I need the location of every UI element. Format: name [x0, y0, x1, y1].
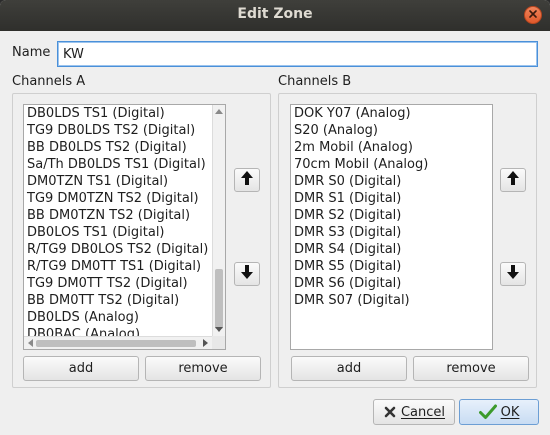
- list-item[interactable]: DMR S2 (Digital): [291, 207, 492, 224]
- name-input[interactable]: [57, 41, 538, 67]
- list-item[interactable]: R/TG9 DB0LOS TS2 (Digital): [24, 241, 212, 258]
- list-item[interactable]: DMR S1 (Digital): [291, 190, 492, 207]
- list-item[interactable]: DMR S3 (Digital): [291, 224, 492, 241]
- cancel-button[interactable]: Cancel: [373, 399, 455, 425]
- list-item[interactable]: 70cm Mobil (Analog): [291, 156, 492, 173]
- ok-button[interactable]: OK: [459, 399, 539, 425]
- scroll-corner: [212, 336, 225, 349]
- channels-b-move-up-button[interactable]: [500, 168, 526, 192]
- close-icon: [528, 8, 538, 23]
- channels-a-vertical-scrollbar[interactable]: [212, 105, 225, 336]
- channels-a-group: DB0LDS TS1 (Digital) TG9 DB0LDS TS2 (Digi…: [12, 93, 271, 388]
- arrow-down-icon: [240, 264, 254, 284]
- arrow-up-icon: [506, 170, 520, 190]
- list-item[interactable]: DMR S5 (Digital): [291, 258, 492, 275]
- channels-a-move-down-button[interactable]: [234, 262, 260, 286]
- name-label: Name: [12, 45, 51, 60]
- window-title: Edit Zone: [237, 6, 313, 22]
- x-icon: [383, 405, 397, 419]
- channels-b-remove-button[interactable]: remove: [413, 356, 529, 381]
- channels-a-list[interactable]: DB0LDS TS1 (Digital) TG9 DB0LDS TS2 (Digi…: [23, 104, 226, 350]
- horizontal-scroll-thumb[interactable]: [36, 340, 196, 347]
- list-item[interactable]: S20 (Analog): [291, 122, 492, 139]
- channels-a-label: Channels A: [12, 74, 86, 89]
- scroll-left-icon[interactable]: [24, 337, 36, 349]
- list-item[interactable]: DMR S4 (Digital): [291, 241, 492, 258]
- list-item[interactable]: BB DM0TZN TS2 (Digital): [24, 207, 212, 224]
- list-item[interactable]: BB DB0LDS TS2 (Digital): [24, 139, 212, 156]
- channels-a-remove-button[interactable]: remove: [145, 356, 261, 381]
- vertical-scroll-thumb[interactable]: [215, 269, 223, 329]
- list-item[interactable]: DMR S0 (Digital): [291, 173, 492, 190]
- arrow-down-icon: [506, 264, 520, 284]
- list-item[interactable]: TG9 DM0TT TS2 (Digital): [24, 275, 212, 292]
- channels-b-label: Channels B: [278, 74, 352, 89]
- list-item[interactable]: Sa/Th DB0LDS TS1 (Digital): [24, 156, 212, 173]
- list-item[interactable]: DOK Y07 (Analog): [291, 105, 492, 122]
- list-item[interactable]: R/TG9 DM0TT TS1 (Digital): [24, 258, 212, 275]
- list-item[interactable]: 2m Mobil (Analog): [291, 139, 492, 156]
- list-item[interactable]: TG9 DM0TZN TS2 (Digital): [24, 190, 212, 207]
- scroll-right-icon[interactable]: [200, 337, 212, 349]
- title-bar[interactable]: Edit Zone: [0, 0, 550, 31]
- channels-a-horizontal-scrollbar[interactable]: [24, 336, 212, 349]
- channels-b-move-down-button[interactable]: [500, 262, 526, 286]
- edit-zone-dialog: Edit Zone Name Channels A DB0LDS TS1 (Di…: [0, 0, 550, 435]
- ok-label: OK: [500, 404, 520, 420]
- scroll-up-icon[interactable]: [213, 105, 225, 117]
- channels-a-move-up-button[interactable]: [234, 168, 260, 192]
- cancel-label: Cancel: [400, 404, 446, 420]
- list-item[interactable]: DMR S6 (Digital): [291, 275, 492, 292]
- arrow-up-icon: [240, 170, 254, 190]
- channels-b-list[interactable]: DOK Y07 (Analog) S20 (Analog) 2m Mobil (An…: [290, 104, 493, 350]
- scroll-down-icon[interactable]: [213, 324, 225, 336]
- list-item[interactable]: TG9 DB0LDS TS2 (Digital): [24, 122, 212, 139]
- list-item[interactable]: DB0LDS TS1 (Digital): [24, 105, 212, 122]
- list-item[interactable]: DM0TZN TS1 (Digital): [24, 173, 212, 190]
- close-button[interactable]: [524, 6, 542, 24]
- check-icon: [478, 404, 497, 420]
- channels-b-add-button[interactable]: add: [291, 356, 407, 381]
- list-item[interactable]: DMR S07 (Digital): [291, 292, 492, 309]
- list-item[interactable]: DB0LDS (Analog): [24, 309, 212, 326]
- list-item[interactable]: DB0LOS TS1 (Digital): [24, 224, 212, 241]
- channels-b-group: DOK Y07 (Analog) S20 (Analog) 2m Mobil (An…: [278, 93, 537, 388]
- list-item[interactable]: BB DM0TT TS2 (Digital): [24, 292, 212, 309]
- channels-a-add-button[interactable]: add: [23, 356, 139, 381]
